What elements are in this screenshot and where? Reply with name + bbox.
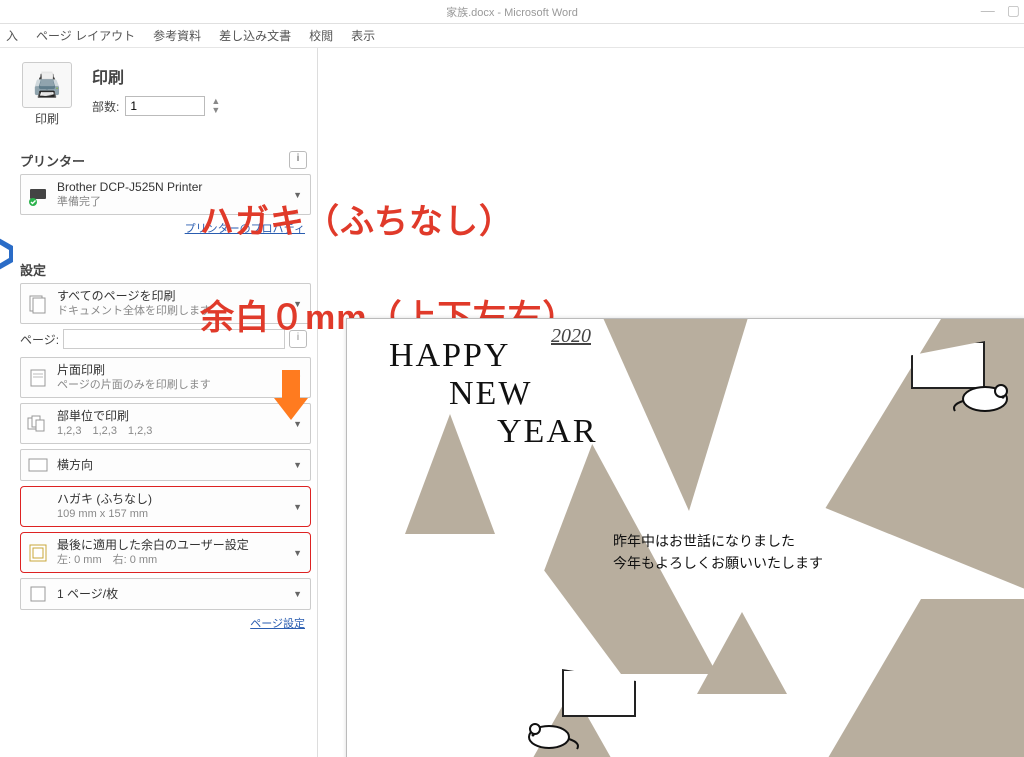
ribbon-tabs: 入 ページ レイアウト 参考資料 差し込み文書 校閲 表示: [0, 24, 1024, 48]
print-button-label: 印刷: [20, 110, 74, 127]
print-settings-panel: 🖨️ 印刷 印刷 部数: ▲▼ プリンター i Brother DCP-J525…: [0, 48, 318, 757]
page-per-sheet-icon: [27, 583, 49, 605]
happy-new-year-text: HAPPY NEW YEAR: [389, 337, 598, 451]
single-side-icon: [27, 367, 49, 389]
printer-status-icon: [27, 184, 49, 206]
printer-section-title: プリンター i: [20, 151, 311, 170]
pages-icon: [27, 293, 49, 315]
orientation-select[interactable]: 横方向 ▼: [20, 449, 311, 481]
chevron-down-icon: ▼: [293, 548, 302, 558]
landscape-icon: [27, 454, 49, 476]
sides-select[interactable]: 片面印刷ページの片面のみを印刷します ▼: [20, 357, 311, 398]
minimize-icon[interactable]: —: [981, 2, 995, 19]
margins-icon: [27, 542, 49, 564]
decor-triangle: [697, 612, 787, 694]
annotation-hagaki: ハガキ（ふちなし）: [200, 194, 514, 243]
tab-mailings[interactable]: 差し込み文書: [219, 27, 291, 44]
print-preview-area: ハガキ（ふちなし） 余白０mm（上下左右） 余白 余白 HAPPY NEW YE…: [318, 48, 1024, 757]
pages-label: ページ:: [20, 331, 59, 348]
page-preview: HAPPY NEW YEAR 2020 昨年中はお世話になりました 今年もよろし…: [346, 318, 1024, 757]
collapse-tab-icon[interactable]: [0, 238, 17, 270]
chevron-down-icon: ▼: [293, 589, 302, 599]
window-title: 家族.docx - Microsoft Word: [446, 4, 578, 20]
greeting-text: 昨年中はお世話になりました 今年もよろしくお願いいたします: [613, 531, 823, 574]
tab-page-layout[interactable]: ページ レイアウト: [36, 27, 135, 44]
print-heading: 印刷: [92, 64, 220, 88]
copies-label: 部数:: [92, 98, 119, 115]
year-2020: 2020: [551, 325, 591, 348]
print-button[interactable]: 🖨️ 印刷: [20, 62, 74, 127]
tab-review[interactable]: 校閲: [309, 27, 333, 44]
collate-select[interactable]: 部単位で印刷1,2,3 1,2,3 1,2,3 ▼: [20, 403, 311, 444]
maximize-icon[interactable]: ▢: [1007, 2, 1020, 19]
cheese-icon: [562, 669, 636, 717]
chevron-down-icon: ▼: [293, 460, 302, 470]
tab-insert[interactable]: 入: [6, 27, 18, 44]
spinner-icon[interactable]: ▲▼: [211, 97, 220, 115]
pages-per-sheet-select[interactable]: 1 ページ/枚 ▼: [20, 578, 311, 610]
tab-view[interactable]: 表示: [351, 27, 375, 44]
paper-size-select[interactable]: ハガキ (ふちなし)109 mm x 157 mm ▼: [20, 486, 311, 527]
chevron-down-icon: ▼: [293, 502, 302, 512]
paper-icon: [27, 496, 49, 518]
page-setup-link[interactable]: ページ設定: [20, 615, 305, 631]
title-bar: 家族.docx - Microsoft Word — ▢: [0, 0, 1024, 24]
margins-select[interactable]: 最後に適用した余白のユーザー設定左: 0 mm 右: 0 mm ▼: [20, 532, 311, 573]
mouse-icon: [523, 713, 583, 753]
tab-references[interactable]: 参考資料: [153, 27, 201, 44]
decor-triangle: [600, 318, 764, 511]
collate-icon: [27, 413, 49, 435]
arrow-down-icon: [274, 370, 308, 422]
copies-input[interactable]: [125, 96, 205, 116]
printer-icon: 🖨️: [32, 71, 62, 100]
info-icon[interactable]: i: [289, 151, 307, 169]
settings-section-title: 設定: [20, 260, 311, 279]
decor-triangle: [765, 599, 1024, 757]
printer-name: Brother DCP-J525N Printer: [57, 179, 304, 195]
mouse-icon: [951, 377, 1015, 415]
